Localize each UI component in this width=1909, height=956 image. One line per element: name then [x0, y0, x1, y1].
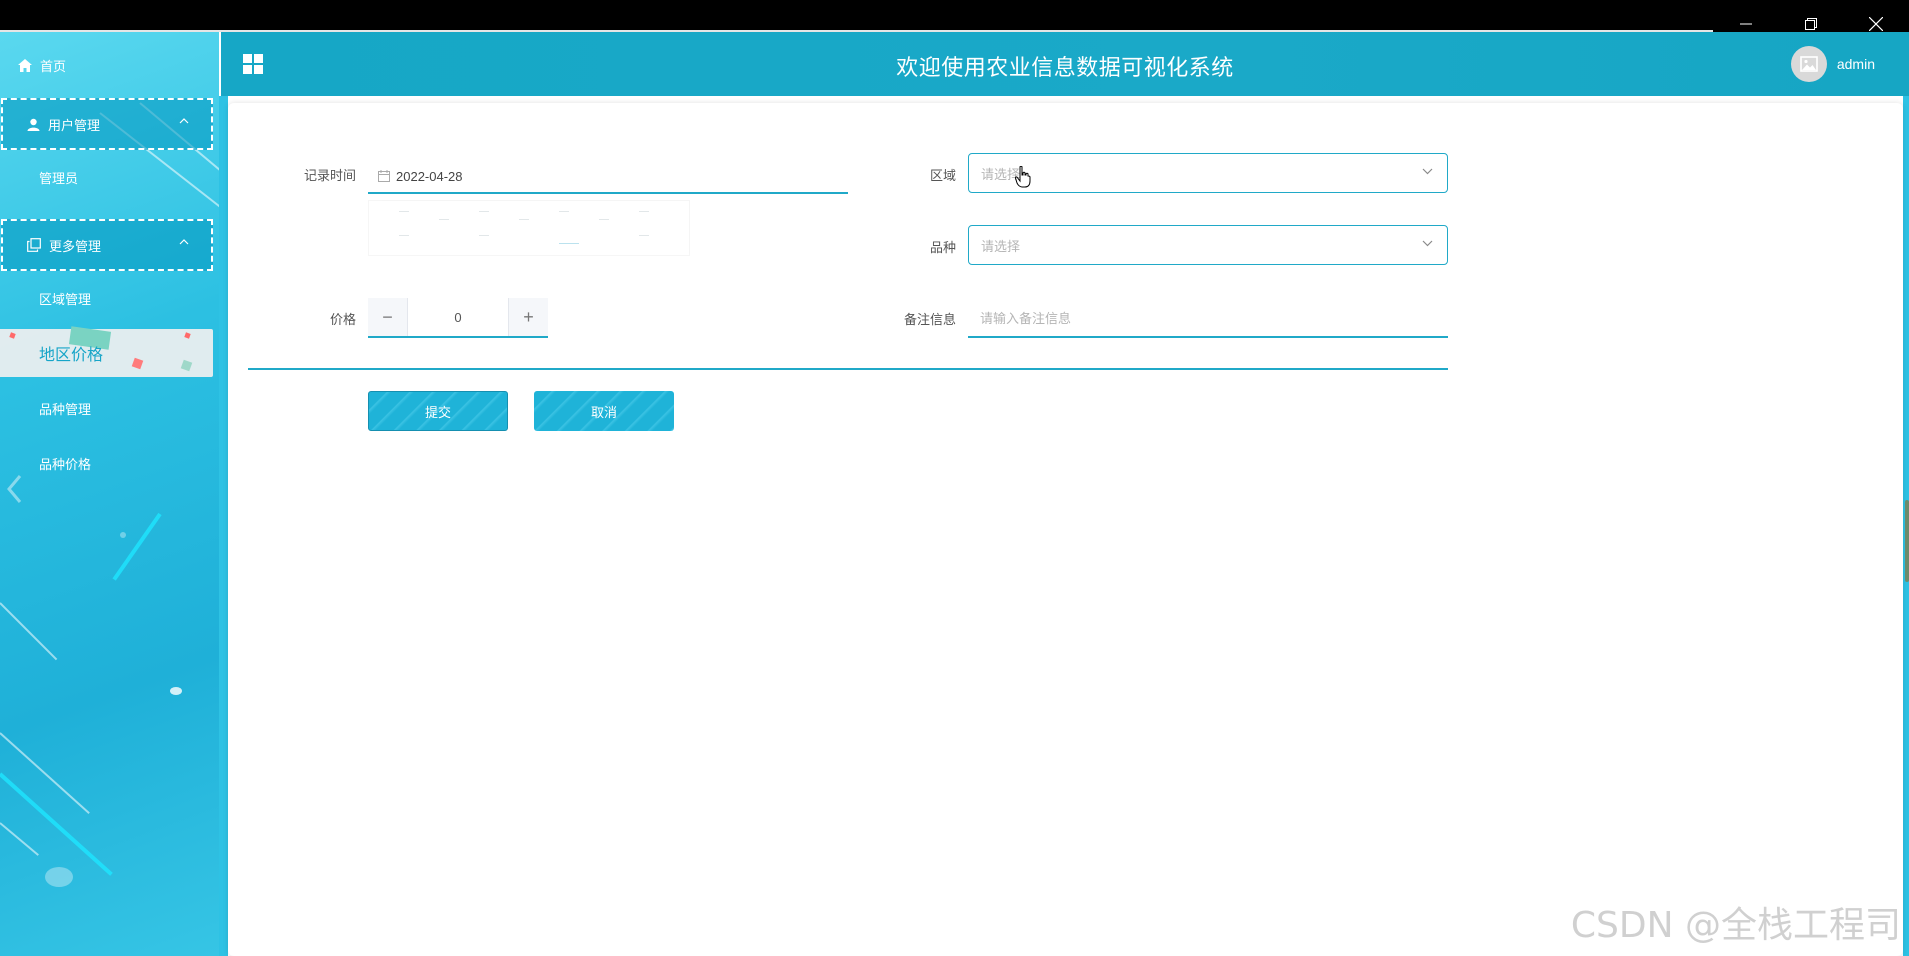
sidebar-item-variety-price[interactable]: 品种价格	[0, 443, 219, 483]
sidebar-group-label: 用户管理	[48, 117, 101, 133]
sidebar-home-label: 首页	[40, 58, 67, 74]
price-decrement-button[interactable]: −	[368, 298, 408, 336]
submit-button[interactable]: 提交	[368, 391, 508, 431]
home-icon	[18, 58, 32, 72]
scrollbar[interactable]	[1905, 500, 1909, 582]
chevron-up-icon	[179, 239, 189, 245]
sidebar-group-user-management[interactable]: 用户管理	[1, 98, 213, 150]
chevron-down-icon	[1422, 240, 1433, 247]
sidebar-item-admin[interactable]: 管理员	[0, 157, 219, 197]
sidebar-item-home[interactable]: 首页	[0, 52, 66, 78]
sidebar-item-label: 地区价格	[39, 347, 104, 364]
sidebar-item-label: 品种管理	[39, 401, 92, 417]
price-stepper: − 0 +	[368, 298, 548, 338]
os-title-bar	[0, 0, 1909, 32]
chevron-down-icon	[1422, 168, 1433, 175]
price-increment-button[interactable]: +	[508, 298, 548, 336]
sidebar-group-label: 更多管理	[49, 238, 102, 254]
record-time-picker[interactable]: 2022-04-28	[368, 160, 848, 194]
price-input[interactable]: 0	[408, 298, 508, 336]
form-divider	[248, 368, 1448, 370]
variety-label: 品种	[929, 240, 956, 255]
page-title: 欢迎使用农业信息数据可视化系统	[896, 55, 1234, 80]
note-label: 备注信息	[903, 312, 956, 327]
sidebar-item-label: 管理员	[39, 170, 79, 186]
sidebar-item-label: 品种价格	[39, 456, 92, 472]
region-label: 区域	[929, 168, 956, 183]
record-time-label: 记录时间	[303, 168, 356, 183]
note-placeholder: 请输入备注信息	[980, 310, 1072, 326]
content-frame	[219, 96, 228, 956]
sidebar: 首页 用户管理 管理员 更多管理 区域管理 地区价格 品种管理 品种价格	[0, 32, 219, 956]
avatar	[1790, 46, 1827, 82]
image-icon	[1800, 56, 1818, 72]
variety-placeholder: 请选择	[981, 238, 1021, 254]
sidebar-group-more-management[interactable]: 更多管理	[1, 219, 213, 271]
date-picker-ghost	[368, 200, 690, 256]
cancel-button[interactable]: 取消	[534, 391, 674, 431]
user-icon	[27, 118, 40, 131]
calendar-icon	[378, 170, 390, 182]
record-time-value: 2022-04-28	[396, 168, 463, 184]
hand-cursor-icon	[1014, 165, 1031, 191]
variety-select[interactable]: 请选择	[968, 225, 1448, 265]
sidebar-item-label: 区域管理	[39, 291, 92, 307]
copy-icon	[27, 238, 41, 252]
sidebar-item-variety-management[interactable]: 品种管理	[0, 388, 219, 428]
app-header: 欢迎使用农业信息数据可视化系统 admin	[221, 32, 1909, 96]
price-label: 价格	[329, 312, 356, 327]
region-select[interactable]: 请选择	[968, 153, 1448, 193]
watermark: CSDN @全栈工程司	[1570, 905, 1901, 946]
note-input[interactable]: 请输入备注信息	[968, 298, 1448, 338]
user-name: admin	[1836, 56, 1875, 72]
sidebar-item-region-management[interactable]: 区域管理	[0, 278, 219, 318]
user-menu[interactable]: admin	[1790, 46, 1875, 82]
chevron-up-icon	[179, 118, 189, 124]
sidebar-item-region-price[interactable]: 地区价格	[0, 326, 213, 377]
chevron-left-icon[interactable]	[6, 474, 22, 507]
